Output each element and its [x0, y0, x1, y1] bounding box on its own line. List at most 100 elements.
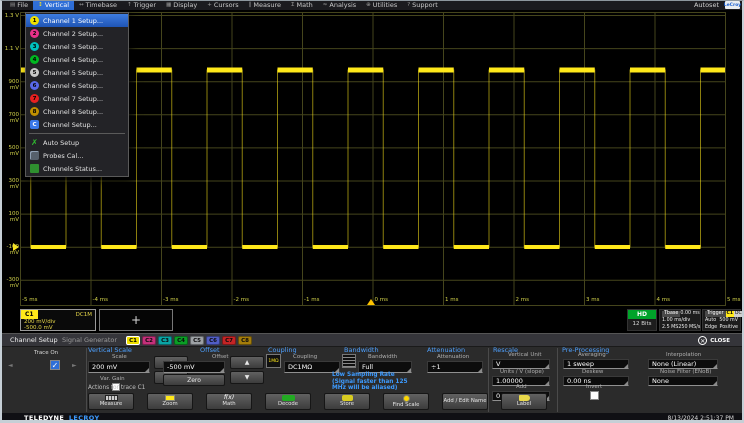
menu-item-channel-3-setup[interactable]: 3Channel 3 Setup... [26, 40, 128, 53]
menu-file-label: File [17, 1, 28, 9]
action-decode-button[interactable]: Decode [265, 393, 311, 410]
channel-button-c2[interactable]: C2 [142, 336, 156, 345]
y-axis-label: 900 mV [0, 79, 19, 85]
menu-item-channel-1-setup[interactable]: 1Channel 1 Setup... [26, 14, 128, 27]
scale-field[interactable]: 200 mV [88, 361, 150, 373]
menu-timebase-label: Timebase [86, 1, 117, 9]
offset-up-button[interactable]: ▲ [230, 356, 264, 369]
menu-trigger[interactable]: ↑Trigger [122, 0, 161, 10]
action-label-button[interactable]: Label [501, 393, 547, 410]
tab-channel-setup[interactable]: Channel Setup [6, 334, 62, 347]
menu-vertical[interactable]: ↕Vertical [33, 0, 74, 10]
channel-button-c3[interactable]: C3 [158, 336, 172, 345]
autoset-button[interactable]: Autoset [694, 1, 719, 9]
trigger-descriptor-box[interactable]: Trigger C1 DC Auto 500 mV Edge Positive [702, 309, 741, 331]
interpolation-field[interactable]: None (Linear) [648, 359, 718, 369]
menu-item-label: Probes Cal... [43, 152, 83, 160]
auto-setup-icon: ✗ [30, 138, 39, 147]
timebase-scale: 1.00 ms/div [662, 317, 690, 324]
offset-field[interactable]: -500 mV [163, 361, 225, 373]
menu-item-channel-setup[interactable]: CChannel Setup... [26, 118, 128, 131]
x-axis-label: 5 ms [727, 297, 740, 304]
noise-filter-field[interactable]: None [648, 376, 718, 386]
c1-descriptor-box[interactable]: C1 DC1M 200 mV/div -500.0 mV [20, 309, 96, 331]
menu-item-auto-setup[interactable]: ✗Auto Setup [26, 136, 128, 149]
menu-support[interactable]: ?Support [402, 0, 443, 10]
close-panel-button[interactable]: ✕ CLOSE [698, 336, 730, 345]
menu-utilities[interactable]: ⊕Utilities [361, 0, 402, 10]
offset-down-button[interactable]: ▼ [230, 371, 264, 384]
menu-cursors[interactable]: +Cursors [202, 0, 243, 10]
action-label: Measure [100, 402, 123, 408]
x-axis-label: -1 ms [304, 297, 319, 304]
hd-badge: HD [628, 310, 656, 319]
close-label: CLOSE [710, 338, 730, 344]
next-arrow-icon[interactable]: ► [72, 362, 77, 369]
menu-item-channel-2-setup[interactable]: 2Channel 2 Setup... [26, 27, 128, 40]
section-divider [557, 348, 558, 412]
timebase-icon: ↔ [79, 2, 84, 8]
channel-button-c5[interactable]: C5 [190, 336, 204, 345]
action-math-button[interactable]: f(x)Math [206, 393, 252, 410]
y-axis-label: 100 mV [0, 211, 19, 217]
x-axis-label: 2 ms [516, 297, 529, 304]
add-trace-button[interactable]: + [99, 309, 173, 331]
vertical-scale-title: Vertical Scale [88, 346, 132, 354]
action-store-button[interactable]: Store [324, 393, 370, 410]
var-gain-label: Var. Gain [100, 376, 125, 382]
teledyne-lecroy-logo: TELEDYNE LECROY [24, 414, 100, 422]
averaging-field[interactable]: 1 sweep [563, 359, 629, 369]
menu-item-channel-8-setup[interactable]: 8Channel 8 Setup... [26, 105, 128, 118]
channel-selector-chips: C1C2C3C4C5C6C7C8 [126, 336, 252, 345]
timebase-descriptor-box[interactable]: Tbase 0.00 ms 1.00 ms/div 2.5 MS 250 MS/… [659, 309, 701, 331]
trigger-coupling-chip: DC [734, 311, 743, 317]
menu-item-label: Channel 2 Setup... [43, 30, 103, 38]
zero-offset-button[interactable]: Zero [163, 374, 225, 386]
menu-trigger-label: Trigger [134, 1, 156, 9]
prev-arrow-icon[interactable]: ◄ [8, 362, 13, 369]
action-zoom-button[interactable]: Zoom [147, 393, 193, 410]
action-find-scale-button[interactable]: Find Scale [383, 393, 429, 410]
menu-item-probes-cal[interactable]: Probes Cal... [26, 149, 128, 162]
menu-item-channel-6-setup[interactable]: 6Channel 6 Setup... [26, 79, 128, 92]
channel-button-c7[interactable]: C7 [222, 336, 236, 345]
hd-mode-box[interactable]: HD 12 Bits [627, 309, 657, 331]
timebase-rate: 250 MS/s [678, 324, 700, 331]
menu-item-channel-5-setup[interactable]: 5Channel 5 Setup... [26, 66, 128, 79]
menu-math-label: Math [297, 1, 313, 9]
menu-measure[interactable]: ∥Measure [244, 0, 286, 10]
bandwidth-icon [342, 354, 356, 368]
y-axis-label: 700 mV [0, 112, 19, 118]
brand-teledyne: TELEDYNE [24, 414, 64, 422]
invert-checkbox[interactable] [590, 391, 599, 400]
menu-analysis[interactable]: ≈Analysis [318, 0, 361, 10]
menu-item-channels-status[interactable]: Channels Status... [26, 162, 128, 175]
trace-on-checkbox[interactable]: ✓ [50, 360, 60, 370]
channel-button-c6[interactable]: C6 [206, 336, 220, 345]
oscilloscope-screen: ▤File↕Vertical↔Timebase↑Trigger▦Display+… [0, 0, 744, 423]
interpolation-label: Interpolation [666, 352, 701, 358]
clock: 8/13/2024 2:51:37 PM [667, 415, 734, 422]
channel-button-c8[interactable]: C8 [238, 336, 252, 345]
menu-display[interactable]: ▦Display [161, 0, 202, 10]
menu-item-channel-7-setup[interactable]: 7Channel 7 Setup... [26, 92, 128, 105]
menu-timebase[interactable]: ↔Timebase [74, 0, 122, 10]
action-add-edit-name-button[interactable]: Add / Edit Name [442, 393, 488, 410]
vertical-unit-field[interactable]: V [492, 359, 550, 369]
menu-item-label: Channel 5 Setup... [43, 69, 103, 77]
attenuation-field[interactable]: ÷1 [427, 361, 483, 373]
menu-item-label: Channels Status... [43, 165, 102, 173]
action-measure-button[interactable]: Measure [88, 393, 134, 410]
channel-6-setup-icon: 6 [30, 81, 39, 90]
menu-math[interactable]: ΣMath [286, 0, 318, 10]
trigger-mode: Auto [705, 317, 716, 324]
trace-on-label: Trace On [34, 350, 58, 356]
support-icon: ? [407, 2, 410, 8]
menu-item-channel-4-setup[interactable]: 4Channel 4 Setup... [26, 53, 128, 66]
menu-file[interactable]: ▤File [5, 0, 33, 10]
channel-button-c1[interactable]: C1 [126, 336, 140, 345]
deskew-label: Deskew [582, 369, 603, 375]
menu-item-label: Channel 3 Setup... [43, 43, 103, 51]
channel-setup-panel: Channel Setup Signal Generator C1C2C3C4C… [0, 333, 744, 413]
channel-button-c4[interactable]: C4 [174, 336, 188, 345]
